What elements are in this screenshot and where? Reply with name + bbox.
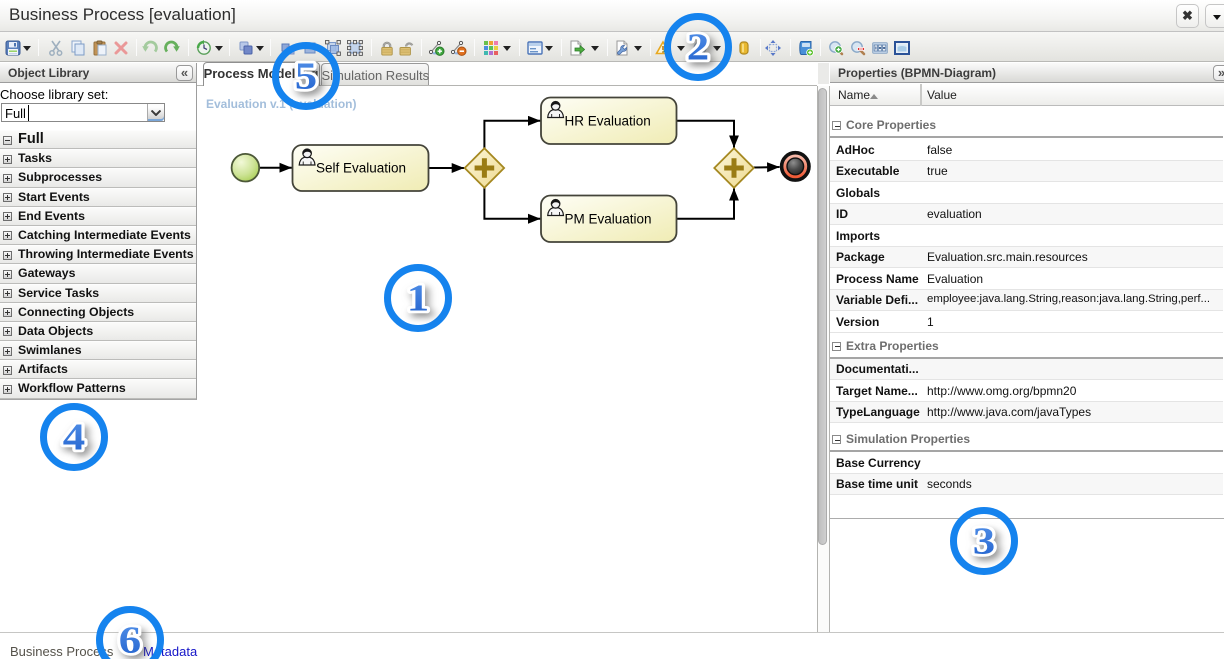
svg-text:2: 2 [687, 26, 709, 68]
svg-text:HR Evaluation: HR Evaluation [565, 114, 651, 129]
svg-text:6: 6 [119, 619, 141, 659]
svg-text:4: 4 [63, 416, 85, 458]
svg-text:Self Evaluation: Self Evaluation [316, 161, 406, 176]
svg-text:PM Evaluation: PM Evaluation [565, 212, 652, 227]
svg-text:3: 3 [973, 520, 995, 562]
svg-text:5: 5 [295, 55, 317, 97]
svg-text:1: 1 [407, 277, 429, 319]
